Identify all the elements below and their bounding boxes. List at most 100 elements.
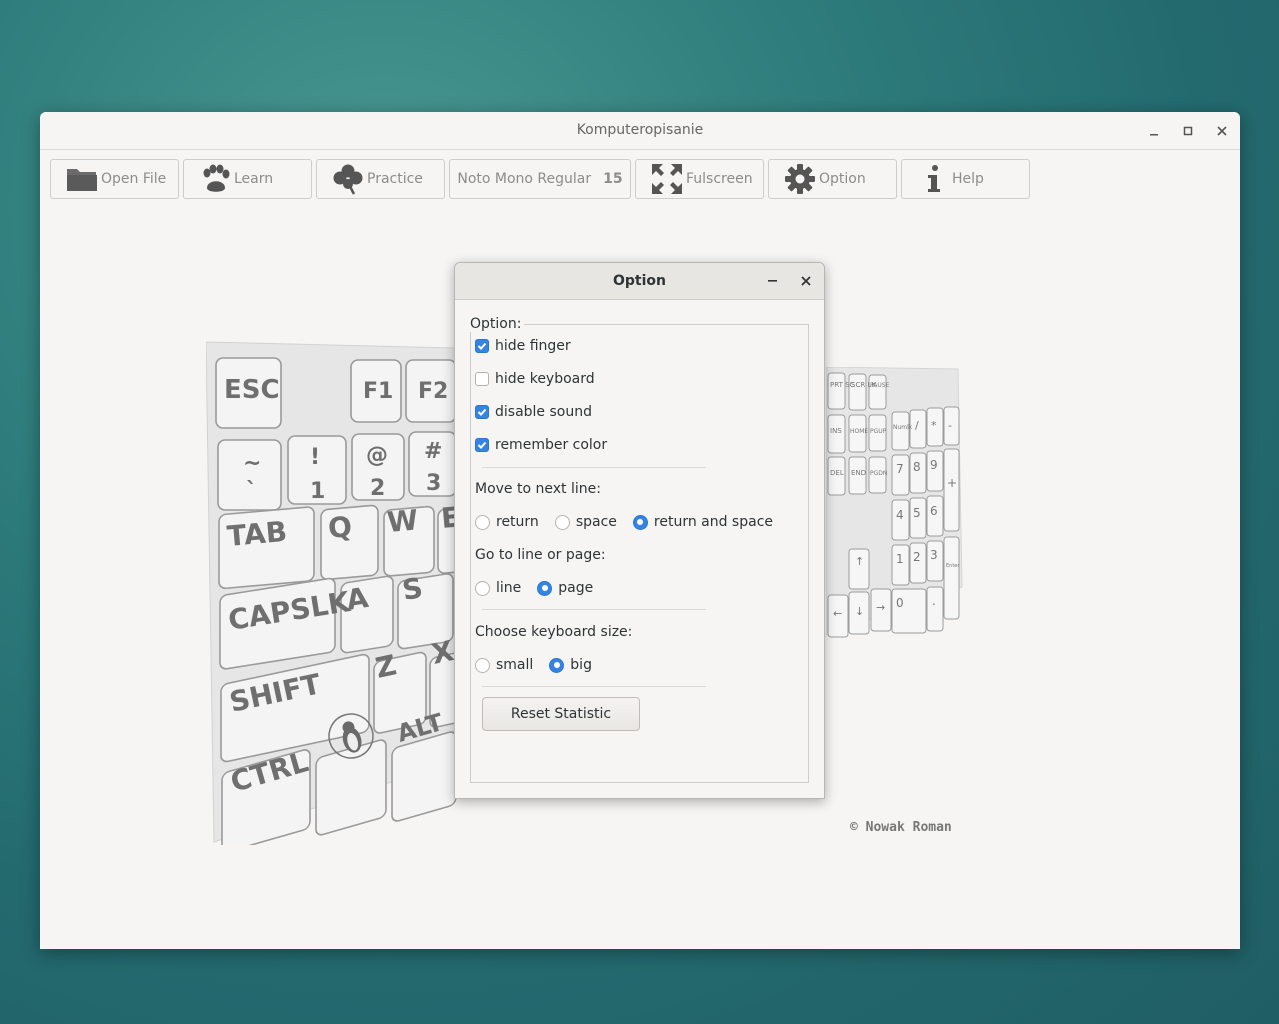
learn-button[interactable]: Learn bbox=[183, 159, 312, 199]
key-label-pause: PAUSE bbox=[870, 382, 890, 389]
separator bbox=[482, 609, 706, 610]
clover-icon bbox=[331, 163, 365, 195]
font-chooser-button[interactable]: Noto Mono Regular 15 bbox=[449, 159, 631, 199]
separator bbox=[482, 686, 706, 687]
minimize-icon bbox=[768, 280, 777, 282]
key-label-down: ↓ bbox=[855, 605, 864, 618]
reset-statistic-button[interactable]: Reset Statistic bbox=[482, 697, 640, 731]
font-name: Noto Mono Regular bbox=[457, 171, 592, 187]
fullscreen-icon bbox=[650, 163, 684, 195]
key-label-slash: / bbox=[915, 419, 919, 432]
radio-return-and-space[interactable]: return and space bbox=[632, 514, 773, 530]
checkbox-unchecked[interactable] bbox=[475, 372, 489, 386]
window-title: Komputeropisanie bbox=[576, 122, 704, 138]
checkbox-checked[interactable] bbox=[475, 339, 489, 353]
hide-keyboard-checkbox[interactable]: hide keyboard bbox=[475, 371, 595, 387]
radio-space[interactable]: space bbox=[554, 514, 617, 530]
move-next-line-label: Move to next line: bbox=[475, 481, 601, 497]
key-label-exclaim: ! bbox=[310, 445, 320, 470]
gear-icon bbox=[783, 163, 817, 195]
key-label-pgdn: PGDN bbox=[870, 470, 887, 477]
key-label-1: 1 bbox=[310, 479, 325, 504]
key-label-q: Q bbox=[327, 510, 354, 545]
key-label-4: 4 bbox=[896, 508, 904, 522]
key-label-f2: F2 bbox=[418, 379, 448, 404]
option-frame-label: Option: bbox=[470, 316, 525, 332]
open-file-button[interactable]: Open File bbox=[50, 159, 179, 199]
checkbox-checked[interactable] bbox=[475, 438, 489, 452]
disable-sound-checkbox[interactable]: disable sound bbox=[475, 404, 592, 420]
keyboard-size-group: small big bbox=[475, 657, 608, 673]
hide-finger-checkbox[interactable]: hide finger bbox=[475, 338, 571, 354]
fullscreen-label: Fulscreen bbox=[686, 171, 753, 187]
checkbox-checked[interactable] bbox=[475, 405, 489, 419]
separator bbox=[482, 467, 706, 468]
key-label-5: 5 bbox=[913, 506, 921, 520]
key-label-numlk: Numlk bbox=[893, 424, 913, 431]
close-icon bbox=[1217, 126, 1227, 136]
option-dialog: Option Option: hide finger hide keyboard… bbox=[454, 262, 825, 799]
close-button[interactable] bbox=[1212, 121, 1232, 141]
radio-small[interactable]: small bbox=[475, 657, 533, 673]
minimize-button[interactable] bbox=[1144, 121, 1164, 141]
key-label-7: 7 bbox=[896, 462, 904, 476]
info-icon bbox=[916, 163, 950, 195]
key-label-del: DEL bbox=[830, 469, 844, 477]
key-label-left: ← bbox=[833, 607, 842, 620]
fullscreen-button[interactable]: Fulscreen bbox=[635, 159, 764, 199]
key-label-f1: F1 bbox=[363, 379, 393, 404]
maximize-icon bbox=[1183, 126, 1193, 136]
key-label-up: ↑ bbox=[855, 555, 864, 568]
remember-color-label: remember color bbox=[495, 437, 608, 453]
key-label-minus: - bbox=[948, 419, 952, 432]
help-label: Help bbox=[952, 171, 984, 187]
radio-line[interactable]: line bbox=[475, 580, 521, 596]
key-label-backtick: ` bbox=[246, 479, 257, 504]
dialog-minimize-button[interactable] bbox=[767, 269, 779, 287]
key-label-plus: + bbox=[947, 476, 957, 490]
key-label-tilde: ~ bbox=[243, 451, 261, 476]
key-label-2-num: 2 bbox=[913, 550, 921, 564]
go-to-group: line page bbox=[475, 580, 609, 596]
radio-page[interactable]: page bbox=[537, 580, 593, 596]
go-to-label: Go to line or page: bbox=[475, 547, 606, 563]
key-label-esc: ESC bbox=[224, 375, 280, 405]
key-label-hash: # bbox=[424, 439, 442, 464]
practice-label: Practice bbox=[367, 171, 423, 187]
radio-return[interactable]: return bbox=[475, 514, 539, 530]
key-label-enter: Enter bbox=[946, 563, 960, 569]
key-label-star: * bbox=[931, 419, 937, 432]
key-label-tab: TAB bbox=[226, 515, 289, 553]
key-label-dot: . bbox=[932, 594, 936, 608]
learn-label: Learn bbox=[234, 171, 274, 187]
key-label-ins: INS bbox=[830, 427, 842, 435]
hide-finger-label: hide finger bbox=[495, 338, 571, 354]
key-label-end: END bbox=[851, 469, 866, 477]
help-button[interactable]: Help bbox=[901, 159, 1030, 199]
option-label: Option bbox=[819, 171, 866, 187]
key-label-8: 8 bbox=[913, 460, 921, 474]
key-label-right: → bbox=[876, 601, 885, 614]
close-icon bbox=[801, 276, 811, 286]
font-size: 15 bbox=[603, 171, 623, 187]
move-next-line-group: return space return and space bbox=[475, 514, 789, 530]
disable-sound-label: disable sound bbox=[495, 404, 592, 420]
hide-keyboard-label: hide keyboard bbox=[495, 371, 595, 387]
maximize-button[interactable] bbox=[1178, 121, 1198, 141]
option-button[interactable]: Option bbox=[768, 159, 897, 199]
radio-big[interactable]: big bbox=[549, 657, 592, 673]
keyboard-right-panel: PRT SC SCR LK PAUSE INS HOME PGUP DEL EN… bbox=[826, 367, 963, 638]
folder-icon bbox=[65, 163, 99, 195]
practice-button[interactable]: Practice bbox=[316, 159, 445, 199]
key-label-pgup: PGUP bbox=[870, 428, 887, 435]
key-label-home: HOME bbox=[850, 428, 868, 435]
keyboard-size-label: Choose keyboard size: bbox=[475, 624, 633, 640]
key-label-6: 6 bbox=[930, 504, 938, 518]
key-label-0: 0 bbox=[896, 596, 904, 610]
key-label-9: 9 bbox=[930, 458, 938, 472]
key-label-2: 2 bbox=[370, 476, 385, 501]
copyright-text: © Nowak Roman bbox=[850, 820, 952, 835]
dialog-close-button[interactable] bbox=[801, 274, 811, 290]
titlebar: Komputeropisanie bbox=[40, 112, 1240, 150]
remember-color-checkbox[interactable]: remember color bbox=[475, 437, 607, 453]
